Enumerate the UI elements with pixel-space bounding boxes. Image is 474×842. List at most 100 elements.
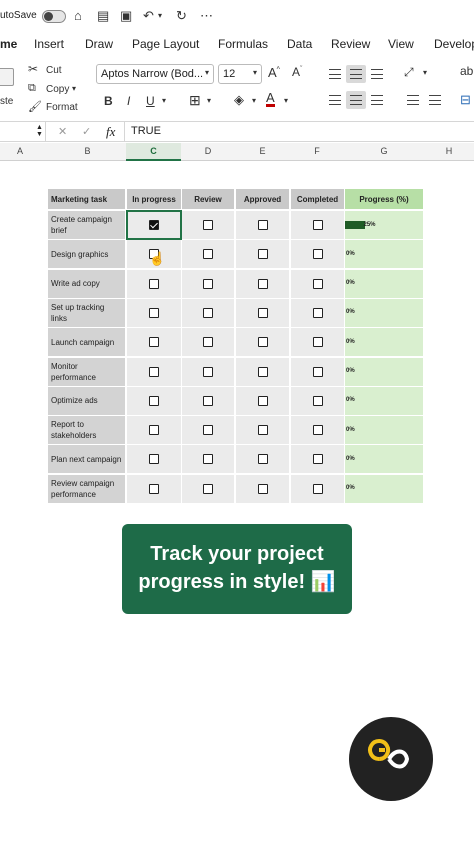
checkbox-cell[interactable]	[291, 445, 344, 474]
tab-develop[interactable]: Develop	[434, 37, 474, 51]
status-checkbox[interactable]	[203, 278, 213, 289]
decrease-indent-icon[interactable]	[403, 91, 423, 109]
status-checkbox[interactable]	[203, 454, 213, 465]
paste-label[interactable]: ste	[0, 96, 13, 107]
name-box-stepper-icon[interactable]: ▲ ▼	[36, 124, 43, 138]
cut-button[interactable]: Cut	[46, 65, 62, 76]
font-color-icon[interactable]: A	[266, 91, 275, 107]
align-left-icon[interactable]	[325, 91, 345, 109]
status-checkbox[interactable]	[257, 249, 268, 260]
italic-icon[interactable]: I	[127, 94, 130, 108]
checkbox-cell[interactable]	[236, 357, 289, 386]
align-top-icon[interactable]	[325, 65, 345, 83]
column-header-h[interactable]: H	[424, 146, 474, 156]
tab-data[interactable]: Data	[287, 37, 312, 51]
status-checkbox[interactable]	[312, 307, 323, 318]
checkbox-cell[interactable]	[127, 298, 181, 327]
save-icon[interactable]: ▣	[120, 8, 132, 24]
checkbox-cell[interactable]	[182, 240, 234, 269]
checkbox-cell[interactable]	[127, 269, 181, 298]
status-checkbox[interactable]	[149, 337, 159, 348]
checkbox-cell[interactable]	[236, 240, 289, 269]
column-header-f[interactable]: F	[290, 146, 344, 156]
tab-view[interactable]: View	[388, 37, 414, 51]
fill-dropdown-icon[interactable]: ▾	[252, 96, 256, 105]
checkbox-cell[interactable]	[182, 298, 234, 327]
task-name-cell[interactable]: Launch campaign	[48, 328, 125, 357]
cancel-icon[interactable]: ✕	[58, 125, 67, 138]
align-right-icon[interactable]	[367, 91, 387, 109]
checkbox-cell[interactable]	[291, 416, 344, 445]
checkbox-cell[interactable]	[236, 298, 289, 327]
column-header-b[interactable]: B	[48, 146, 127, 156]
status-checkbox[interactable]	[149, 366, 159, 377]
align-bottom-icon[interactable]	[367, 65, 387, 83]
status-checkbox[interactable]	[312, 425, 323, 436]
orientation-icon[interactable]: ⤢	[404, 65, 414, 80]
checkbox-cell[interactable]	[126, 210, 182, 240]
status-checkbox[interactable]	[203, 307, 213, 318]
status-checkbox[interactable]	[312, 249, 323, 260]
autosave-toggle[interactable]	[42, 10, 66, 23]
task-name-cell[interactable]: Write ad copy	[48, 269, 125, 298]
status-checkbox[interactable]	[149, 454, 159, 465]
font-dropdown-icon[interactable]: ▾	[205, 68, 209, 77]
checkbox-cell[interactable]	[236, 386, 289, 415]
undo-icon[interactable]: ↶	[143, 8, 154, 24]
scissors-icon[interactable]: ✂	[28, 62, 38, 76]
checkbox-cell[interactable]	[127, 474, 181, 503]
status-checkbox[interactable]	[312, 337, 323, 348]
status-checkbox[interactable]	[257, 307, 268, 318]
paste-icon[interactable]	[0, 68, 14, 86]
checkbox-cell[interactable]	[291, 269, 344, 298]
checkbox-cell[interactable]	[182, 328, 234, 357]
checkbox-cell[interactable]	[182, 445, 234, 474]
status-checkbox[interactable]	[312, 454, 323, 465]
borders-dropdown-icon[interactable]: ▾	[207, 96, 211, 105]
status-checkbox[interactable]	[257, 483, 268, 494]
status-checkbox[interactable]	[312, 278, 323, 289]
status-checkbox[interactable]	[257, 425, 268, 436]
task-name-cell[interactable]: Review campaign performance	[48, 474, 125, 503]
status-checkbox[interactable]	[149, 425, 159, 436]
tab-draw[interactable]: Draw	[85, 37, 113, 51]
underline-dropdown-icon[interactable]: ▾	[162, 96, 166, 105]
status-checkbox[interactable]	[203, 395, 213, 406]
checkbox-cell[interactable]	[236, 211, 289, 239]
align-middle-icon[interactable]	[346, 65, 366, 83]
column-header-c[interactable]: C	[126, 143, 181, 161]
checkbox-cell[interactable]	[236, 416, 289, 445]
font-name-select[interactable]: Aptos Narrow (Bod...	[96, 64, 214, 84]
fill-color-icon[interactable]: ◈	[234, 92, 244, 108]
decrease-font-icon[interactable]: Aˇ	[292, 65, 302, 79]
underline-icon[interactable]: U	[146, 94, 155, 108]
checkbox-cell[interactable]	[291, 298, 344, 327]
checkbox-cell[interactable]	[182, 386, 234, 415]
formula-input[interactable]: TRUE	[131, 125, 161, 137]
checkbox-cell[interactable]	[182, 416, 234, 445]
format-painter-button[interactable]: Format	[46, 102, 78, 113]
checkbox-cell[interactable]	[127, 445, 181, 474]
column-header-e[interactable]: E	[235, 146, 290, 156]
status-checkbox[interactable]	[312, 483, 323, 494]
status-checkbox[interactable]	[203, 483, 213, 494]
tab-insert[interactable]: Insert	[34, 37, 64, 51]
font-color-dropdown-icon[interactable]: ▾	[284, 96, 288, 105]
insert-function-icon[interactable]: fx	[106, 124, 115, 140]
redo-icon[interactable]: ↻	[176, 8, 187, 24]
checkbox-cell[interactable]	[182, 474, 234, 503]
column-header-g[interactable]: G	[344, 146, 424, 156]
status-checkbox[interactable]	[257, 220, 268, 230]
checkbox-cell[interactable]	[291, 328, 344, 357]
column-header-d[interactable]: D	[181, 146, 235, 156]
status-checkbox[interactable]	[312, 395, 323, 406]
column-header-a[interactable]: A	[0, 146, 40, 156]
checkbox-cell[interactable]	[291, 240, 344, 269]
checkbox-cell[interactable]	[182, 211, 234, 239]
checkbox-cell[interactable]	[291, 211, 344, 239]
more-icon[interactable]: ⋯	[200, 8, 213, 24]
status-checkbox[interactable]	[149, 395, 159, 406]
status-checkbox[interactable]	[312, 366, 323, 377]
task-name-cell[interactable]: Monitor performance	[48, 357, 125, 386]
checkbox-cell[interactable]	[236, 445, 289, 474]
